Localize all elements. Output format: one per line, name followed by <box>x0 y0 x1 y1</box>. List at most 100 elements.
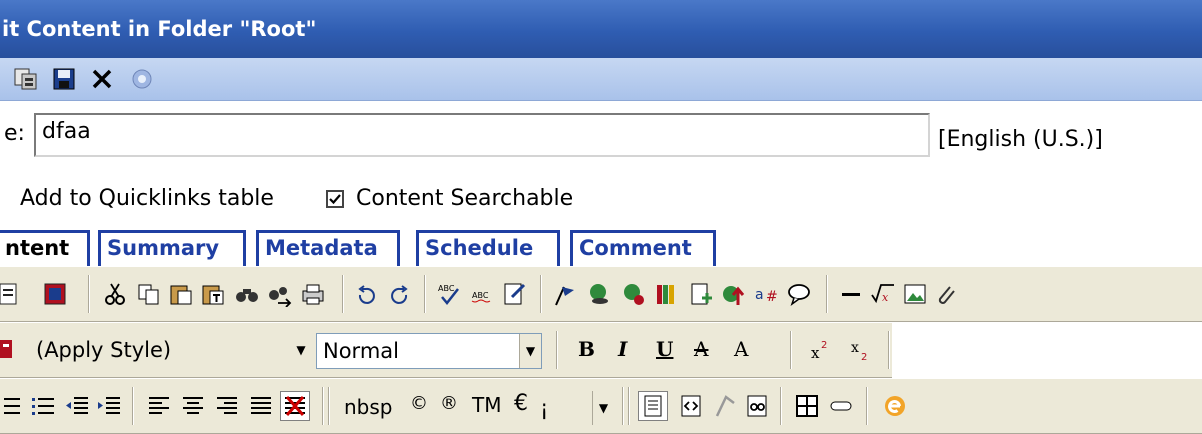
align-center-icon[interactable] <box>178 391 208 421</box>
nbsp-button[interactable]: nbsp <box>344 395 393 419</box>
separator <box>790 331 792 369</box>
separator <box>540 275 542 313</box>
special-char-value: ¡ <box>540 396 549 420</box>
bookmark-icon[interactable] <box>550 279 580 309</box>
chevron-down-icon: ▼ <box>296 343 306 357</box>
toolbar-empty-area <box>892 322 1202 378</box>
window-title: it Content in Folder "Root" <box>0 0 1202 58</box>
bulleted-list-icon[interactable] <box>28 391 58 421</box>
print-icon[interactable] <box>298 279 328 309</box>
tab-metadata[interactable]: Metadata <box>256 230 400 266</box>
svg-text:ABC: ABC <box>472 291 489 300</box>
numbered-list-icon[interactable] <box>0 391 24 421</box>
chevron-down-icon: ▼ <box>592 391 614 425</box>
copyright-button[interactable]: © <box>410 393 428 414</box>
separator <box>622 387 624 425</box>
outdent-icon[interactable] <box>62 391 92 421</box>
preview-icon[interactable] <box>742 391 772 421</box>
underline-button[interactable]: U <box>656 337 673 361</box>
remove-hyperlink-icon[interactable] <box>618 279 648 309</box>
options-row: Add to Quicklinks table Content Searchab… <box>0 183 1202 217</box>
wysiwyg-view-icon[interactable] <box>638 391 668 421</box>
title-label: e: <box>4 121 25 146</box>
insert-table-icon[interactable] <box>792 391 822 421</box>
translate-icon[interactable]: a # <box>752 279 782 309</box>
svg-text:x: x <box>882 291 889 304</box>
svg-text:2: 2 <box>821 340 827 351</box>
paste-icon[interactable] <box>166 279 196 309</box>
properties-icon[interactable] <box>40 279 70 309</box>
registered-button[interactable]: ® <box>440 393 458 414</box>
tab-schedule[interactable]: Schedule <box>416 230 560 266</box>
indent-icon[interactable] <box>94 391 124 421</box>
title-input[interactable]: dfaa <box>34 113 930 157</box>
format-select[interactable]: Normal ▼ <box>316 333 542 369</box>
trademark-button[interactable]: TM <box>472 393 501 417</box>
horizontal-rule-icon[interactable] <box>836 279 866 309</box>
format-value: Normal <box>323 339 399 363</box>
content-searchable-checkbox[interactable] <box>326 190 344 208</box>
tab-comment[interactable]: Comment <box>570 230 716 266</box>
help-icon[interactable] <box>128 65 156 93</box>
equation-icon[interactable]: x <box>868 279 898 309</box>
separator <box>322 387 324 425</box>
editor-toolbar-2: (Apply Style) ▼ Normal ▼ B I U A A x2 x2 <box>0 322 1202 378</box>
review-icon[interactable] <box>500 279 530 309</box>
redo-icon[interactable] <box>384 279 414 309</box>
bold-button[interactable]: B <box>578 337 595 361</box>
spellcheck-icon[interactable]: ABC <box>434 279 464 309</box>
copy-icon[interactable] <box>134 279 164 309</box>
undo-icon[interactable] <box>352 279 382 309</box>
remove-format-icon[interactable] <box>280 391 310 421</box>
separator <box>132 387 134 425</box>
strikethrough-button[interactable]: A <box>694 337 708 361</box>
upload-icon[interactable] <box>718 279 748 309</box>
svg-text:x: x <box>811 344 820 362</box>
separator <box>342 275 344 313</box>
align-right-icon[interactable] <box>212 391 242 421</box>
new-document-icon[interactable] <box>0 279 24 309</box>
html-view-icon[interactable] <box>676 391 706 421</box>
separator <box>826 275 828 313</box>
cancel-icon[interactable] <box>88 65 116 93</box>
insert-file-icon[interactable] <box>686 279 716 309</box>
insert-image-icon[interactable] <box>900 279 930 309</box>
save-icon[interactable] <box>50 65 78 93</box>
separator <box>628 387 630 425</box>
check-icon <box>329 194 341 205</box>
find-icon[interactable] <box>232 279 262 309</box>
title-row: e: dfaa [English (U.S.)] <box>0 113 1202 157</box>
attach-icon[interactable] <box>930 279 960 309</box>
language-label: [English (U.S.)] <box>938 127 1103 152</box>
align-left-icon[interactable] <box>144 391 174 421</box>
special-char-select[interactable]: ¡ ▼ <box>534 391 614 427</box>
separator <box>556 331 558 369</box>
comment-icon[interactable] <box>784 279 814 309</box>
hyperlink-icon[interactable] <box>584 279 614 309</box>
editor-tabs: ntent Summary Metadata Schedule Comment <box>0 230 1202 266</box>
clean-html-icon[interactable] <box>710 391 740 421</box>
svg-text:ABC: ABC <box>438 284 455 293</box>
separator <box>88 275 90 313</box>
tab-summary[interactable]: Summary <box>98 230 246 266</box>
library-icon[interactable] <box>652 279 682 309</box>
font-button[interactable]: A <box>734 337 748 361</box>
spell-as-you-type-icon[interactable]: ABC <box>468 279 498 309</box>
justify-icon[interactable] <box>246 391 276 421</box>
superscript-icon[interactable]: x2 <box>806 335 836 365</box>
save-publish-icon[interactable] <box>12 65 40 93</box>
paste-text-icon[interactable] <box>198 279 228 309</box>
apply-style-select[interactable]: (Apply Style) ▼ <box>30 333 312 369</box>
subscript-icon[interactable]: x2 <box>846 335 876 365</box>
italic-button[interactable]: I <box>618 337 627 361</box>
form-field-icon[interactable] <box>826 391 856 421</box>
separator <box>328 387 330 425</box>
tab-content[interactable]: ntent <box>0 230 90 266</box>
style-icon <box>0 335 22 365</box>
euro-button[interactable]: € <box>514 391 528 416</box>
editor-toolbar-1: ABC ABC a # x <box>0 266 1202 322</box>
cut-icon[interactable] <box>100 279 130 309</box>
action-bar <box>0 58 1202 101</box>
replace-icon[interactable] <box>264 279 294 309</box>
ektron-logo-icon[interactable] <box>880 391 910 421</box>
